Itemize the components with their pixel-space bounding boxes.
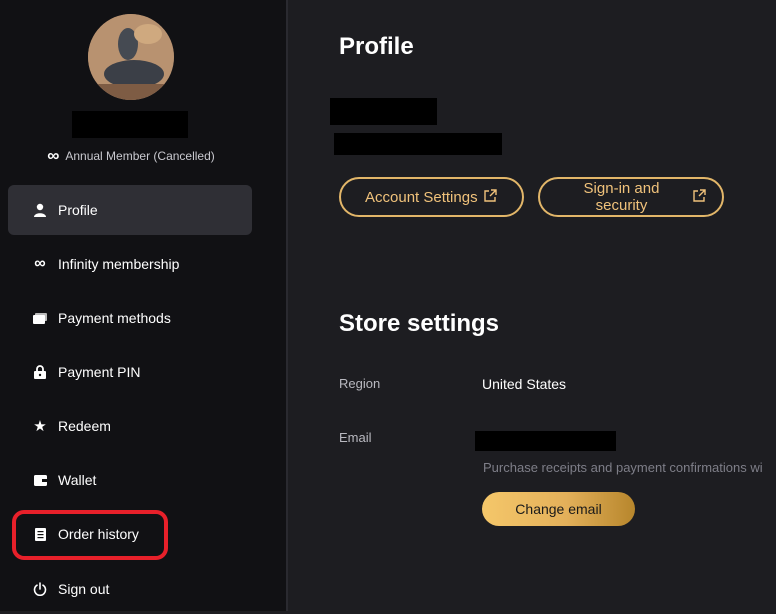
card-icon [32, 312, 48, 324]
sidebar-item-label: Profile [58, 202, 98, 218]
region-label: Region [339, 376, 381, 391]
sidebar-item-profile[interactable]: Profile [8, 185, 252, 235]
sidebar: ∞ Annual Member (Cancelled) Profile ∞ In… [0, 0, 286, 611]
sidebar-item-wallet[interactable]: Wallet [8, 455, 252, 505]
signin-security-button[interactable]: Sign-in and security [538, 177, 724, 217]
external-link-icon [693, 188, 706, 206]
sidebar-item-label: Payment PIN [58, 364, 141, 380]
redacted-username [72, 111, 188, 138]
lock-icon [32, 365, 48, 379]
account-settings-button[interactable]: Account Settings [339, 177, 524, 217]
page-title: Profile [339, 33, 414, 60]
membership-status: ∞ Annual Member (Cancelled) [0, 146, 262, 165]
star-icon: ★ [33, 418, 47, 435]
order-history-highlight [12, 510, 168, 560]
infinity-icon: ∞ [47, 146, 60, 165]
external-link-icon [483, 188, 497, 206]
wallet-icon [32, 474, 48, 486]
email-hint: Purchase receipts and payment confirmati… [483, 460, 763, 475]
region-value: United States [482, 376, 567, 392]
power-icon [32, 582, 48, 596]
sidebar-item-label: Payment methods [58, 310, 171, 326]
infinity-icon: ∞ [34, 255, 46, 272]
membership-text: Annual Member (Cancelled) [65, 149, 215, 163]
redacted-name [330, 98, 437, 125]
sidebar-item-label: Infinity membership [58, 256, 180, 272]
sidebar-item-label: Wallet [58, 472, 97, 488]
email-label: Email [339, 430, 372, 445]
sidebar-item-sign-out[interactable]: Sign out [8, 564, 252, 614]
signin-security-label: Sign-in and security [583, 180, 660, 214]
avatar[interactable] [88, 14, 174, 100]
sidebar-divider [286, 0, 288, 611]
redacted-store-email [475, 431, 616, 451]
user-icon [32, 203, 48, 217]
redacted-email-address [334, 133, 502, 155]
account-settings-label: Account Settings [365, 188, 478, 206]
sidebar-item-redeem[interactable]: ★ Redeem [8, 401, 252, 451]
change-email-button[interactable]: Change email [482, 492, 635, 526]
sidebar-item-payment-pin[interactable]: Payment PIN [8, 347, 252, 397]
sidebar-item-infinity-membership[interactable]: ∞ Infinity membership [8, 239, 252, 289]
sidebar-item-label: Redeem [58, 418, 111, 434]
sidebar-item-payment-methods[interactable]: Payment methods [8, 293, 252, 343]
store-settings-title: Store settings [339, 310, 500, 337]
sidebar-item-label: Sign out [58, 581, 110, 597]
